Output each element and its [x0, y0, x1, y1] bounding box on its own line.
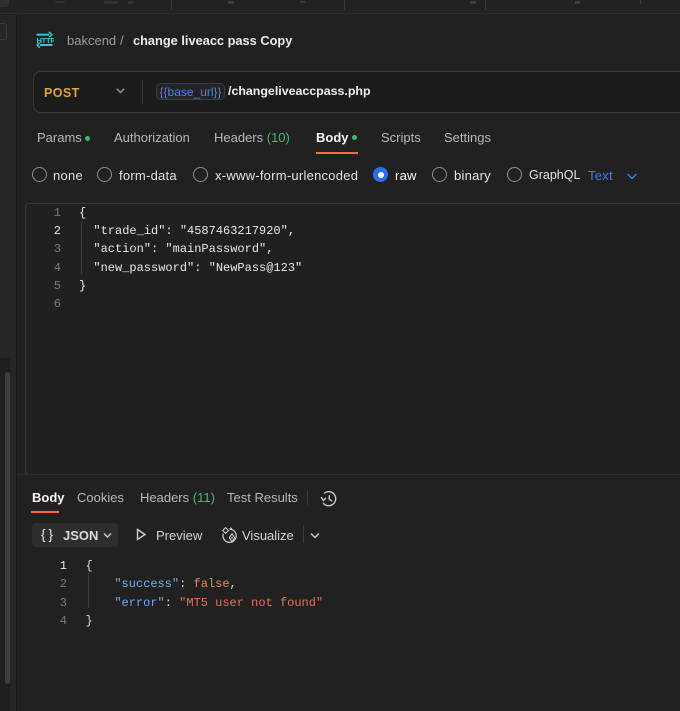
svg-text:HTTP: HTTP [37, 36, 55, 45]
